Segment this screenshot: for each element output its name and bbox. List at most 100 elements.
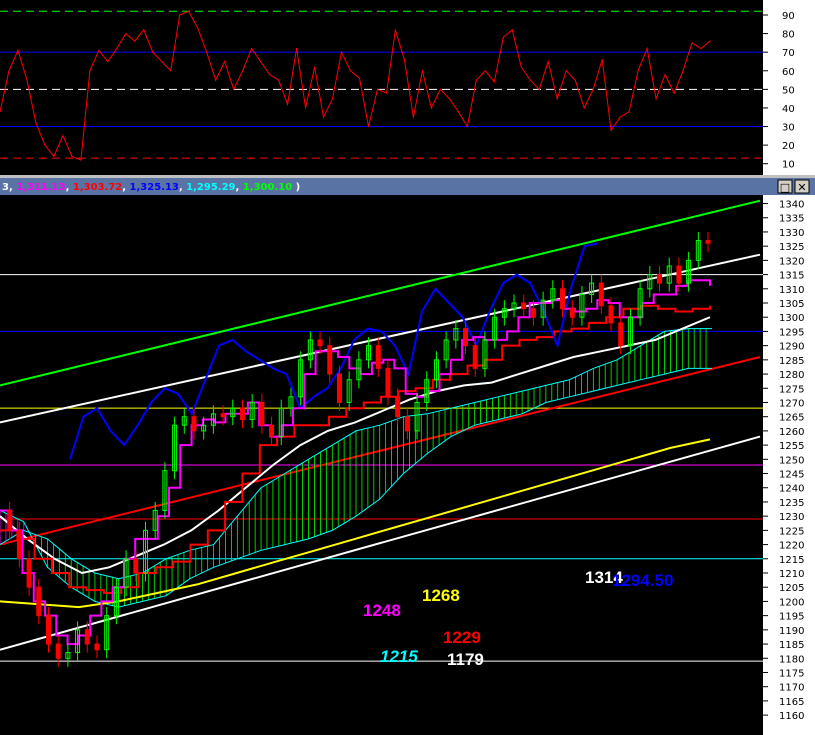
price-tick-label: 1330: [779, 228, 804, 239]
candle-body: [269, 424, 275, 438]
oscillator-point: [197, 27, 199, 29]
legend-value-3: ,: [66, 182, 73, 193]
oscillator-point: [502, 36, 504, 38]
legend-value-5: ,: [122, 182, 129, 193]
oscillator-point: [260, 60, 262, 63]
price-tick-label: 1340: [779, 200, 804, 211]
price-tick-label: 1195: [779, 612, 804, 623]
price-tick-label: 1170: [779, 683, 804, 694]
oscillator-point: [116, 47, 118, 50]
oscillator-point: [610, 129, 612, 131]
oscillator-panel: [0, 0, 763, 175]
restore-icon: □: [780, 181, 790, 194]
price-tick-label: 1310: [779, 285, 804, 296]
level-annotation-1179: 1179: [447, 650, 484, 669]
oscillator-point: [592, 88, 594, 90]
oscillator-point: [242, 70, 244, 72]
price-tick-label: 1275: [779, 384, 804, 395]
oscillator-point: [143, 29, 145, 31]
oscillator-point: [340, 51, 343, 53]
oscillator-point: [376, 88, 379, 90]
oscillator-point: [206, 51, 208, 53]
legend-value-1: ,: [9, 182, 16, 193]
oscillator-point: [619, 116, 621, 118]
legend-value-6: 1,325.13: [130, 182, 179, 193]
restore-button[interactable]: □: [777, 179, 793, 194]
oscillator-point: [628, 111, 630, 113]
oscillator-point: [511, 29, 513, 31]
price-tick-label: 1305: [779, 299, 804, 310]
oscillator-point: [331, 98, 334, 100]
oscillator-point: [161, 60, 163, 63]
price-tick-label: 1235: [779, 498, 804, 509]
price-tick-label: 1315: [779, 271, 804, 282]
oscillator-point: [475, 79, 477, 81]
panel-divider[interactable]: [0, 175, 815, 178]
oscillator-point: [394, 29, 397, 31]
price-tick-label: 1245: [779, 470, 804, 481]
price-tick-label: 1265: [779, 413, 804, 424]
oscillator-point: [179, 14, 181, 16]
level-annotation-1229: 1229: [443, 628, 481, 647]
level-annotation-1294.50: 1294.50: [612, 571, 673, 590]
oscillator-point: [430, 107, 432, 109]
price-tick-label: 1280: [779, 370, 804, 381]
price-tick-label: 1185: [779, 640, 804, 651]
price-tick-label: 1295: [779, 327, 804, 338]
candle-body: [598, 282, 604, 307]
oscillator-tick-label: 20: [782, 141, 795, 152]
oscillator-point: [71, 155, 73, 157]
oscillator-point: [682, 70, 684, 72]
price-tick-label: 1250: [779, 455, 804, 466]
oscillator-tick-label: 60: [782, 67, 795, 78]
level-annotation-1215: 1215: [380, 647, 418, 666]
oscillator-point: [349, 70, 352, 72]
price-tick-label: 1320: [779, 256, 804, 267]
oscillator-point: [673, 92, 675, 94]
price-tick-label: 1300: [779, 313, 804, 324]
oscillator-point: [529, 79, 531, 81]
oscillator-point: [547, 60, 549, 63]
oscillator-point: [35, 122, 37, 124]
oscillator-tick-label: 80: [782, 30, 795, 41]
oscillator-point: [439, 88, 441, 90]
oscillator-point: [170, 70, 172, 72]
oscillator-point: [26, 79, 28, 81]
oscillator-point: [664, 73, 666, 76]
price-tick-label: 1205: [779, 583, 804, 594]
legend-value-2: 1,311.13: [16, 182, 65, 193]
candle-body: [317, 339, 323, 347]
candle-body: [26, 558, 32, 588]
price-tick-label: 1230: [779, 512, 804, 523]
candle-body: [94, 643, 100, 651]
oscillator-point: [709, 40, 711, 42]
oscillator-tick-label: 70: [782, 48, 795, 59]
oscillator-point: [17, 49, 19, 51]
candle-body: [55, 643, 61, 659]
legend-value-0: 3: [2, 182, 9, 193]
oscillator-tick-label: 30: [782, 123, 795, 134]
price-tick-label: 1160: [779, 711, 804, 722]
oscillator-point: [403, 59, 406, 61]
price-tick-label: 1335: [779, 214, 804, 225]
close-button[interactable]: ✕: [794, 179, 810, 194]
oscillator-tick-label: 40: [782, 104, 795, 115]
oscillator-point: [538, 88, 540, 90]
candle-body: [191, 416, 197, 432]
candle-body: [608, 305, 614, 324]
close-icon: ✕: [797, 181, 806, 194]
candle-body: [385, 367, 391, 398]
oscillator-point: [646, 47, 648, 50]
oscillator-point: [62, 135, 64, 137]
candle-body: [336, 373, 342, 403]
oscillator-point: [601, 59, 603, 61]
candle-body: [560, 288, 566, 310]
oscillator-point: [251, 47, 253, 50]
candle-body: [521, 302, 527, 310]
oscillator-point: [484, 70, 486, 72]
oscillator-point: [107, 60, 109, 63]
oscillator-point: [313, 66, 316, 68]
oscillator-point: [269, 73, 271, 76]
oscillator-point: [295, 47, 298, 50]
price-tick-label: 1190: [779, 626, 804, 637]
